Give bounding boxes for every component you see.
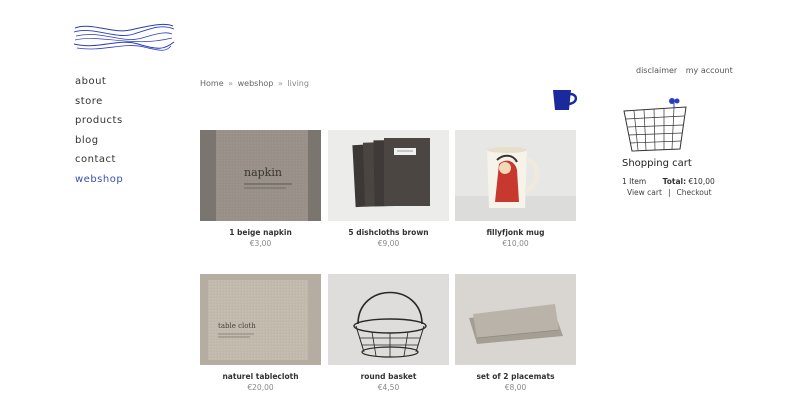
breadcrumb-separator: » xyxy=(228,79,234,88)
product-card[interactable]: table cloth naturel tablecloth €20,00 xyxy=(200,274,321,392)
product-card[interactable]: napkin 1 beige napkin €3,00 xyxy=(200,130,321,248)
product-image-tablecloth[interactable]: table cloth xyxy=(200,274,321,365)
product-price: €9,00 xyxy=(377,239,400,248)
checkout-link[interactable]: Checkout xyxy=(676,188,711,197)
product-name[interactable]: set of 2 placemats xyxy=(455,372,576,381)
product-card[interactable]: set of 2 placemats €8,00 xyxy=(455,274,576,392)
shopping-basket-icon[interactable] xyxy=(620,97,692,153)
product-name[interactable]: fillyfjonk mug xyxy=(455,228,576,237)
product-price: €8,00 xyxy=(504,383,527,392)
product-name[interactable]: round basket xyxy=(328,372,449,381)
product-name[interactable]: naturel tablecloth xyxy=(200,372,321,381)
nav-item-products[interactable]: products xyxy=(75,111,123,131)
cart-total-label: Total: xyxy=(662,177,687,186)
cart-summary: 1 Item Total: €10,00 xyxy=(622,177,715,186)
view-cart-link[interactable]: View cart xyxy=(627,188,662,197)
product-image-label: napkin xyxy=(244,166,282,179)
nav-item-contact[interactable]: contact xyxy=(75,150,123,170)
product-card[interactable]: fillyfjonk mug €10,00 xyxy=(455,130,576,248)
nav-item-store[interactable]: store xyxy=(75,92,123,112)
product-image-basket[interactable] xyxy=(328,274,449,365)
product-card[interactable]: round basket €4,50 xyxy=(328,274,449,392)
nav-item-webshop[interactable]: webshop xyxy=(75,170,123,190)
breadcrumb-current: living xyxy=(287,79,309,88)
product-card[interactable]: 5 dishcloths brown €9,00 xyxy=(328,130,449,248)
breadcrumb-webshop[interactable]: webshop xyxy=(238,79,274,88)
site-logo[interactable] xyxy=(72,20,176,54)
product-image-placemats[interactable] xyxy=(455,274,576,365)
nav-item-about[interactable]: about xyxy=(75,72,123,92)
main-nav: about store products blog contact websho… xyxy=(75,72,123,190)
disclaimer-link[interactable]: disclaimer xyxy=(636,66,677,75)
my-account-link[interactable]: my account xyxy=(686,66,733,75)
product-name[interactable]: 5 dishcloths brown xyxy=(328,228,449,237)
product-price: €20,00 xyxy=(247,383,274,392)
product-image-mug[interactable] xyxy=(455,130,576,221)
product-price: €3,00 xyxy=(249,239,272,248)
cart-links: View cart | Checkout xyxy=(627,188,712,197)
product-image-napkin[interactable]: napkin xyxy=(200,130,321,221)
product-image-label: table cloth xyxy=(218,322,256,330)
cart-total-value: €10,00 xyxy=(688,177,715,186)
mug-icon xyxy=(553,90,578,110)
product-name[interactable]: 1 beige napkin xyxy=(200,228,321,237)
account-links: disclaimer my account xyxy=(636,66,739,75)
nav-item-blog[interactable]: blog xyxy=(75,131,123,151)
product-image-dishcloths[interactable] xyxy=(328,130,449,221)
cart-title: Shopping cart xyxy=(622,158,692,169)
cart-item-count: 1 Item xyxy=(622,177,647,186)
product-price: €10,00 xyxy=(502,239,529,248)
cart-link-separator: | xyxy=(667,188,671,197)
breadcrumb-separator: » xyxy=(277,79,283,88)
breadcrumb: Home » webshop » living xyxy=(200,79,309,88)
product-price: €4,50 xyxy=(377,383,400,392)
breadcrumb-home[interactable]: Home xyxy=(200,79,224,88)
